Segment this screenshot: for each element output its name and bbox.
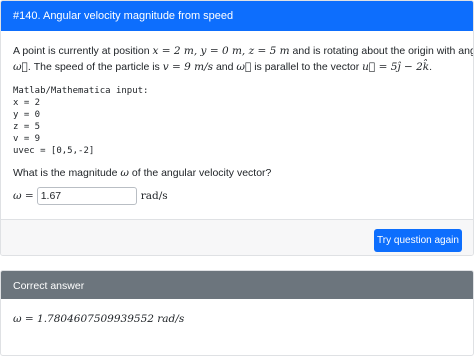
correct-answer-value: ω = 1.7804607509939552 rad/s bbox=[13, 313, 185, 325]
question-footer: Try question again bbox=[1, 219, 473, 255]
problem-statement-line-2: ω⃗. The speed of the particle is v = 9 m… bbox=[13, 59, 461, 75]
speed-math: v = 9 m/s bbox=[162, 61, 214, 73]
matlab-input-block: Matlab/Mathematica input: x = 2 y = 0 z … bbox=[13, 86, 149, 156]
answer-label: ω = bbox=[13, 190, 34, 202]
omega-vector-symbol: ω⃗ bbox=[236, 61, 252, 73]
problem-text: A point is currently at position bbox=[13, 45, 150, 57]
answer-row: ω = rad/s bbox=[13, 186, 461, 206]
omega-symbol: ω bbox=[120, 167, 129, 179]
problem-text: and bbox=[215, 61, 234, 73]
omega-vector-symbol: ω⃗ bbox=[13, 61, 28, 73]
answer-input[interactable] bbox=[36, 187, 137, 205]
position-math: x = 2 m, y = 0 m, z = 5 m bbox=[152, 45, 290, 57]
correct-answer-body: ω = 1.7804607509939552 rad/s bbox=[1, 299, 473, 325]
question-title: #140. Angular velocity magnitude from sp… bbox=[1, 1, 473, 31]
question-prompt: What is the magnitude ω of the angular v… bbox=[13, 165, 461, 181]
direction-vector-math: u⃗ = 5ĵ − 2k̂ bbox=[362, 61, 430, 73]
problem-statement-line-1: A point is currently at position x = 2 m… bbox=[13, 43, 473, 59]
problem-text: is parallel to the vector bbox=[254, 61, 360, 73]
try-again-button[interactable]: Try question again bbox=[374, 229, 462, 252]
problem-text: . bbox=[429, 61, 433, 73]
correct-answer-header: Correct answer bbox=[1, 271, 473, 299]
correct-answer-card: Correct answer ω = 1.7804607509939552 ra… bbox=[0, 270, 474, 356]
prompt-text: What is the magnitude bbox=[13, 167, 118, 179]
prompt-text: of the angular velocity vector? bbox=[131, 167, 272, 179]
answer-unit: rad/s bbox=[140, 190, 168, 202]
question-body: A point is currently at position x = 2 m… bbox=[1, 31, 473, 206]
question-card: #140. Angular velocity magnitude from sp… bbox=[0, 0, 474, 256]
problem-text: . The speed of the particle is bbox=[27, 61, 160, 73]
problem-text: and is rotating about the origin with an… bbox=[292, 45, 473, 57]
